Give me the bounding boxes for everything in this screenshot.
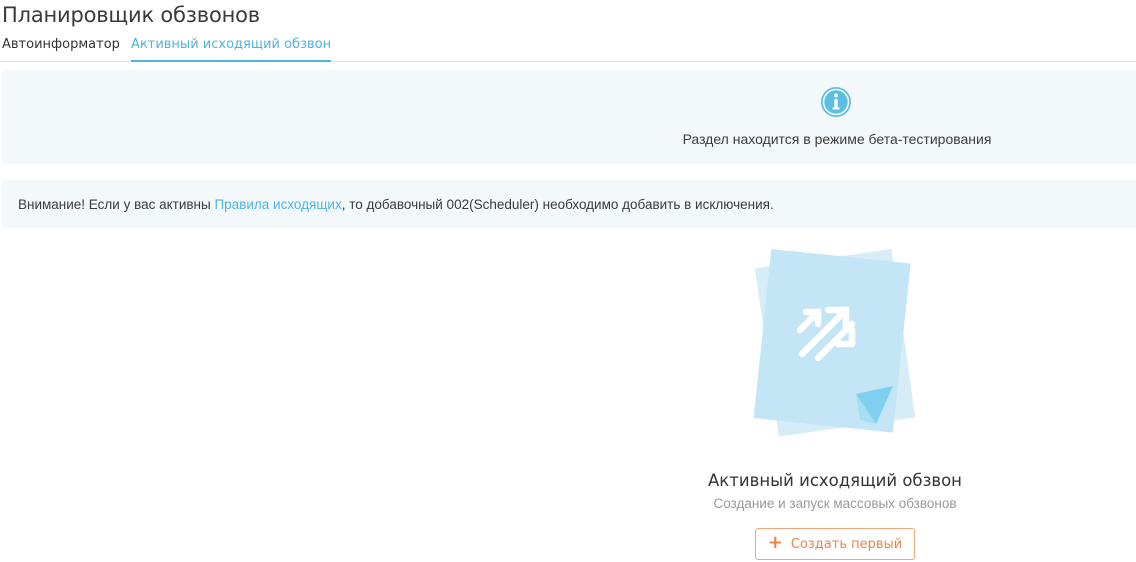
page: Планировщик обзвонов Автоинформатор Акти… bbox=[0, 0, 1136, 562]
warning-prefix: Внимание! Если у вас активны bbox=[18, 197, 215, 212]
outgoing-rules-link[interactable]: Правила исходящих bbox=[214, 197, 341, 212]
plus-icon: + bbox=[767, 532, 783, 553]
beta-banner: Раздел находится в режиме бета-тестирова… bbox=[2, 70, 1136, 164]
empty-state-title: Активный исходящий обзвон bbox=[708, 471, 962, 490]
warning-suffix: , то добавочный 002(Scheduler) необходим… bbox=[341, 197, 774, 212]
outgoing-calls-document-icon bbox=[753, 248, 916, 437]
tab-active-outgoing-calls[interactable]: Активный исходящий обзвон bbox=[131, 36, 332, 62]
create-first-label: Создать первый bbox=[790, 536, 903, 552]
warning-text: Внимание! Если у вас активны Правила исх… bbox=[18, 197, 774, 212]
create-first-button[interactable]: + Создать первый bbox=[755, 528, 915, 560]
tab-autoinformer[interactable]: Автоинформатор bbox=[2, 36, 120, 61]
tab-bar: Автоинформатор Активный исходящий обзвон bbox=[0, 36, 1136, 62]
beta-notice-text: Раздел находится в режиме бета-тестирова… bbox=[682, 131, 992, 147]
empty-state-subtitle: Создание и запуск массовых обзвонов bbox=[713, 496, 957, 511]
page-title: Планировщик обзвонов bbox=[2, 3, 260, 27]
warning-banner: Внимание! Если у вас активны Правила исх… bbox=[2, 180, 1136, 228]
info-icon bbox=[821, 87, 851, 117]
